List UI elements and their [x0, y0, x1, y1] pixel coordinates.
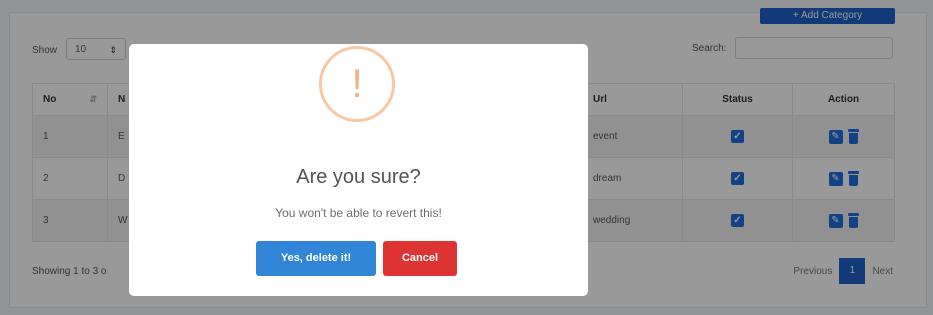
dialog-message: You won't be able to revert this! [275, 206, 442, 220]
warning-icon: ! [319, 46, 395, 122]
confirm-delete-button[interactable]: Yes, delete it! [256, 241, 376, 276]
dialog-title: Are you sure? [296, 166, 421, 188]
confirm-dialog: ! Are you sure? You won't be able to rev… [129, 44, 588, 296]
cancel-button[interactable]: Cancel [383, 241, 457, 276]
